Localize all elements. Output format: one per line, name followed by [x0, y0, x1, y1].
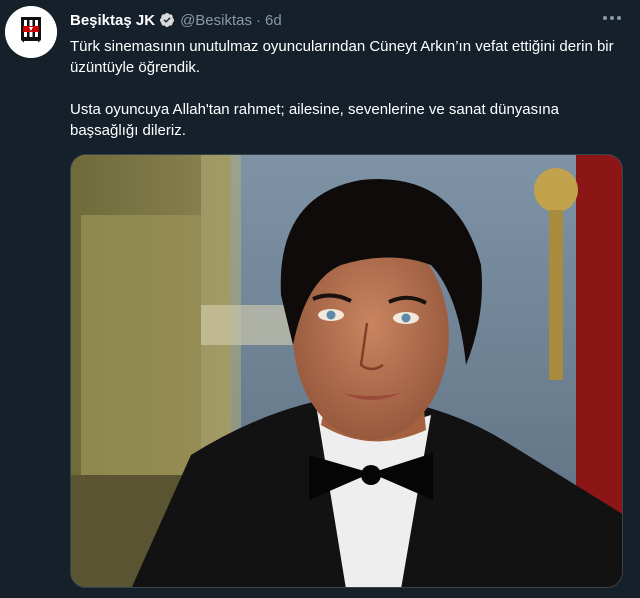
tweet-photo[interactable]: [70, 154, 623, 588]
separator-dot: ·: [255, 11, 261, 29]
author-handle[interactable]: @Besiktas: [180, 12, 252, 29]
tweet: Beşiktaş JK @Besiktas · 6d Türk sineması…: [0, 0, 640, 598]
tweet-text: Türk sinemasının unutulmaz oyuncularında…: [70, 36, 624, 141]
more-options-icon[interactable]: [600, 10, 624, 26]
tweet-paragraph-1: Türk sinemasının unutulmaz oyuncularında…: [70, 38, 614, 76]
besiktas-logo-icon: [5, 6, 57, 58]
avatar[interactable]: [5, 6, 57, 58]
author-name[interactable]: Beşiktaş JK: [70, 12, 155, 29]
verified-badge-icon: [159, 12, 175, 28]
tweet-timestamp[interactable]: 6d: [265, 12, 282, 29]
actor-portrait-image: [71, 155, 622, 587]
tweet-header: Beşiktaş JK @Besiktas · 6d: [70, 9, 600, 31]
tweet-paragraph-2: Usta oyuncuya Allah'tan rahmet; ailesine…: [70, 101, 559, 139]
